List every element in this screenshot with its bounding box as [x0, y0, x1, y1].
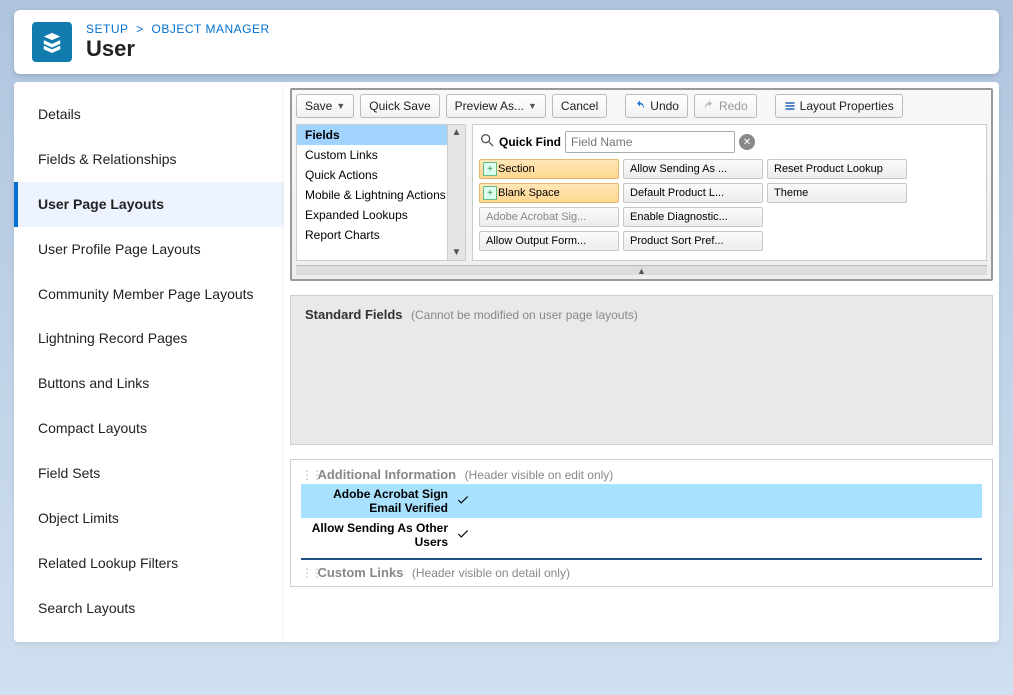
palette-categories[interactable]: FieldsCustom LinksQuick ActionsMobile & … — [296, 124, 466, 261]
preview-as-label: Preview As... — [455, 99, 524, 113]
quick-find-label: Quick Find — [499, 135, 561, 149]
redo-button[interactable]: Redo — [694, 94, 757, 118]
save-button[interactable]: Save ▼ — [296, 94, 354, 118]
quick-save-button[interactable]: Quick Save — [360, 94, 439, 118]
quick-find-input[interactable] — [565, 131, 735, 153]
undo-button[interactable]: Undo — [625, 94, 688, 118]
layout-properties-label: Layout Properties — [800, 99, 894, 113]
breadcrumb-current[interactable]: OBJECT MANAGER — [152, 22, 270, 36]
search-icon — [479, 132, 495, 153]
palette-category[interactable]: Expanded Lookups — [297, 205, 465, 225]
palette-field-item[interactable]: Allow Output Form... — [479, 231, 619, 251]
section-divider — [301, 558, 982, 560]
additional-info-section[interactable]: ⋮⋮ Additional Information (Header visibl… — [290, 459, 993, 587]
palette-field-item[interactable]: Allow Sending As ... — [623, 159, 763, 179]
clear-search-icon[interactable]: ✕ — [739, 134, 755, 150]
drag-handle-icon[interactable]: ⋮⋮ — [301, 566, 309, 580]
standard-fields-title: Standard Fields — [305, 307, 403, 322]
layout-properties-button[interactable]: Layout Properties — [775, 94, 903, 118]
sidebar[interactable]: DetailsFields & RelationshipsUser Page L… — [14, 82, 284, 642]
additional-info-note: (Header visible on edit only) — [465, 468, 614, 482]
editor-toolbar: Save ▼ Quick Save Preview As... ▼ Cancel… — [296, 94, 987, 118]
sidebar-item[interactable]: Community Member Page Layouts — [14, 272, 284, 317]
palette-collapse-handle[interactable]: ▲ — [296, 265, 987, 275]
sidebar-item[interactable]: Compact Layouts — [14, 406, 284, 451]
chevron-right-icon: > — [136, 22, 144, 36]
custom-links-note: (Header visible on detail only) — [412, 566, 570, 580]
additional-info-title: Additional Information — [317, 467, 456, 482]
palette-field-item[interactable]: Theme — [767, 183, 907, 203]
save-label: Save — [305, 99, 332, 113]
custom-links-title: Custom Links — [317, 565, 403, 580]
checkmark-icon — [456, 496, 470, 510]
page-title: User — [86, 36, 270, 62]
palette-field-item[interactable]: Adobe Acrobat Sig... — [479, 207, 619, 227]
layout-field-row[interactable]: Adobe Acrobat Sign Email Verified — [301, 484, 982, 518]
caret-up-icon: ▲ — [637, 266, 646, 276]
redo-icon — [703, 100, 715, 112]
field-label: Adobe Acrobat Sign Email Verified — [301, 487, 456, 515]
main-panel[interactable]: Save ▼ Quick Save Preview As... ▼ Cancel… — [284, 82, 999, 642]
sidebar-item[interactable]: Related Lookup Filters — [14, 541, 284, 586]
properties-icon — [784, 100, 796, 112]
palette-category[interactable]: Custom Links — [297, 145, 465, 165]
sidebar-item[interactable]: Details — [14, 92, 284, 137]
sidebar-item[interactable]: Buttons and Links — [14, 361, 284, 406]
field-label: Allow Sending As Other Users — [301, 521, 456, 549]
sidebar-item[interactable]: Object Limits — [14, 496, 284, 541]
palette-field-item[interactable]: Product Sort Pref... — [623, 231, 763, 251]
checkmark-icon — [456, 530, 470, 544]
sidebar-item[interactable]: User Page Layouts — [14, 182, 284, 227]
drag-handle-icon[interactable]: ⋮⋮ — [301, 468, 309, 482]
sidebar-item[interactable]: User Profile Page Layouts — [14, 227, 284, 272]
standard-fields-note: (Cannot be modified on user page layouts… — [411, 308, 638, 322]
breadcrumb[interactable]: SETUP > OBJECT MANAGER — [86, 22, 270, 36]
palette-scrollbar[interactable]: ▲ ▼ — [447, 125, 465, 260]
breadcrumb-root[interactable]: SETUP — [86, 22, 128, 36]
caret-down-icon: ▼ — [336, 101, 345, 111]
page-header: SETUP > OBJECT MANAGER User — [14, 10, 999, 74]
cancel-button[interactable]: Cancel — [552, 94, 607, 118]
standard-fields-section: Standard Fields (Cannot be modified on u… — [290, 295, 993, 445]
layout-editor: Save ▼ Quick Save Preview As... ▼ Cancel… — [290, 88, 993, 281]
palette-category[interactable]: Quick Actions — [297, 165, 465, 185]
palette-items: Quick Find ✕ SectionAllow Sending As ...… — [472, 124, 987, 261]
preview-as-button[interactable]: Preview As... ▼ — [446, 94, 546, 118]
undo-icon — [634, 100, 646, 112]
sidebar-item[interactable]: Search Layouts — [14, 586, 284, 631]
sidebar-item[interactable]: Lightning Record Pages — [14, 316, 284, 361]
palette-category[interactable]: Mobile & Lightning Actions — [297, 185, 465, 205]
palette-field-item[interactable]: Section — [479, 159, 619, 179]
palette-field-item[interactable]: Blank Space — [479, 183, 619, 203]
palette-field-item[interactable]: Reset Product Lookup — [767, 159, 907, 179]
palette-field-item[interactable]: Default Product L... — [623, 183, 763, 203]
sidebar-item[interactable]: Fields & Relationships — [14, 137, 284, 182]
palette-category[interactable]: Report Charts — [297, 225, 465, 245]
undo-label: Undo — [650, 99, 679, 113]
sidebar-item[interactable]: Field Sets — [14, 451, 284, 496]
redo-label: Redo — [719, 99, 748, 113]
palette-field-item[interactable]: Enable Diagnostic... — [623, 207, 763, 227]
object-icon — [32, 22, 72, 62]
layout-field-row[interactable]: Allow Sending As Other Users — [301, 518, 982, 552]
scroll-down-icon[interactable]: ▼ — [450, 245, 464, 260]
palette-category[interactable]: Fields — [297, 125, 465, 145]
scroll-up-icon[interactable]: ▲ — [450, 125, 464, 140]
caret-down-icon: ▼ — [528, 101, 537, 111]
